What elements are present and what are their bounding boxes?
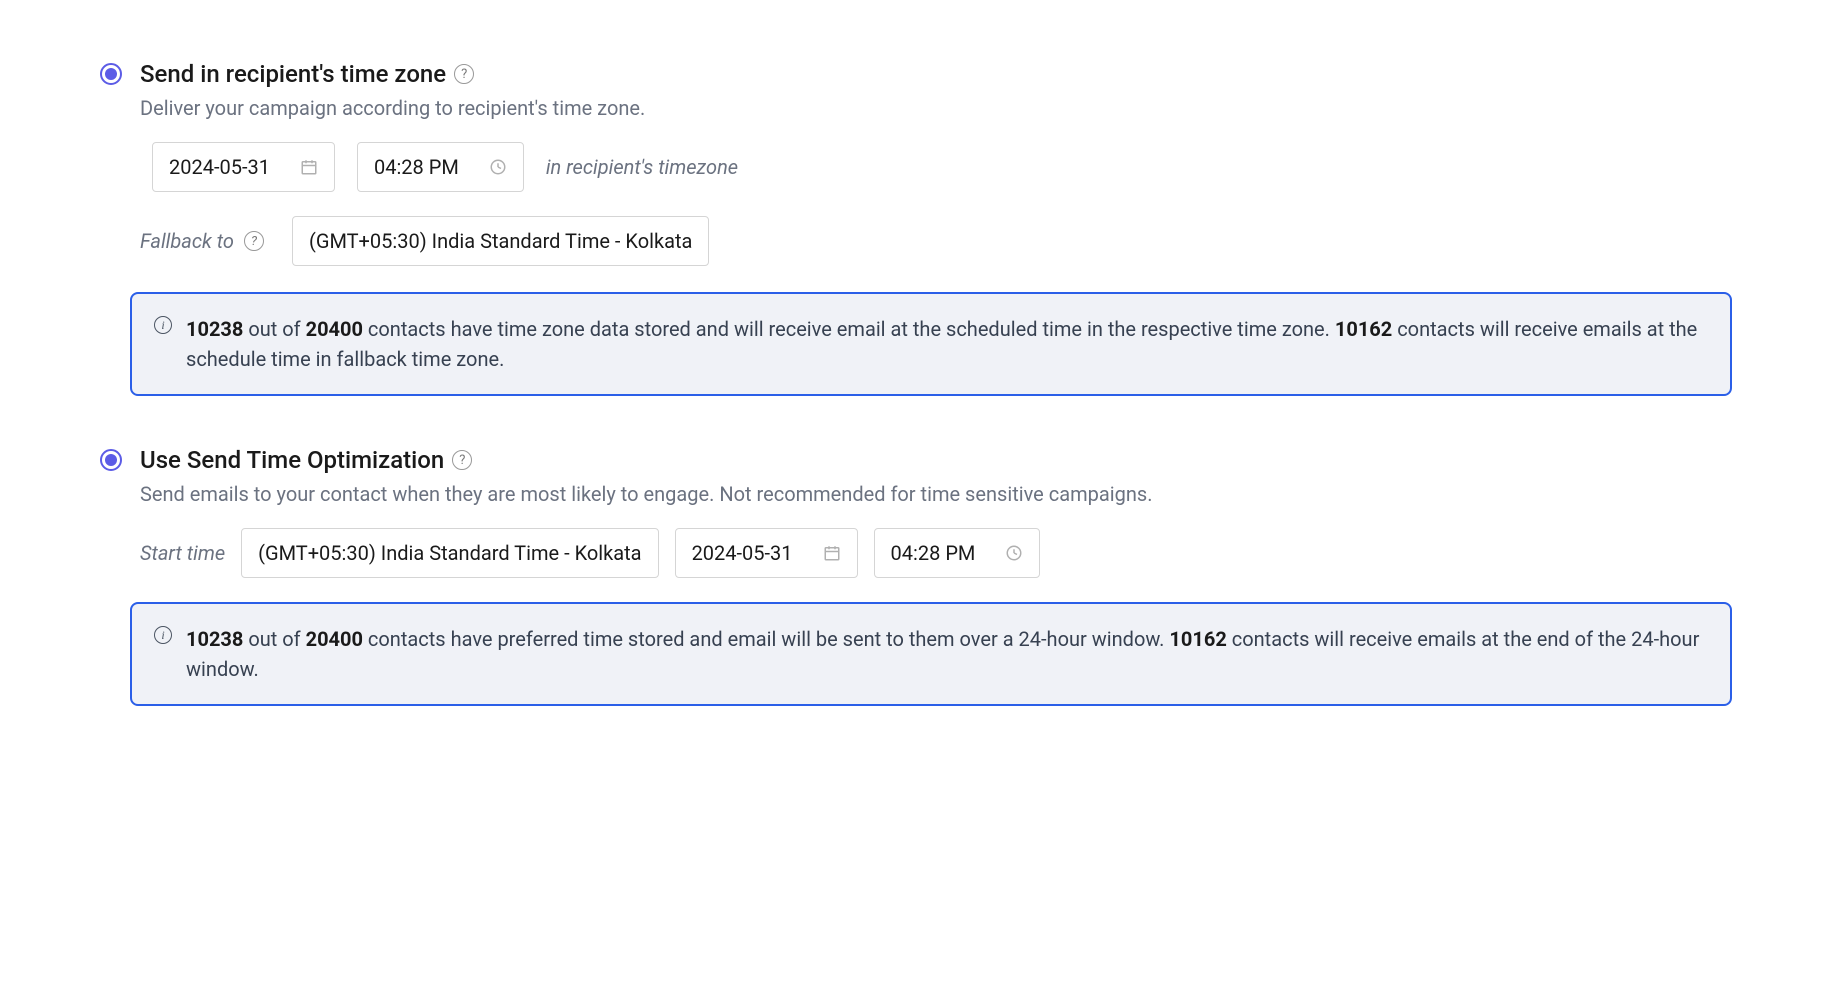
send-time-optimization-description: Send emails to your contact when they ar…: [140, 482, 1732, 506]
datetime-row: 2024-05-31 04:28 PM in recipient's timez…: [152, 142, 1732, 192]
timezone-hint: in recipient's timezone: [546, 155, 738, 179]
time-value: 04:28 PM: [374, 155, 459, 179]
send-time-optimization-section: Use Send Time Optimization ? Send emails…: [100, 446, 1732, 706]
radio-row: Send in recipient's time zone ?: [100, 60, 1732, 88]
date-value: 2024-05-31: [169, 155, 270, 179]
radio-row: Use Send Time Optimization ?: [100, 446, 1732, 474]
count-with-pref: 10238: [186, 627, 243, 651]
start-time-value: 04:28 PM: [891, 541, 976, 565]
start-time-input[interactable]: 04:28 PM: [874, 528, 1041, 578]
recipient-timezone-description: Deliver your campaign according to recip…: [140, 96, 1732, 120]
fallback-label-wrap: Fallback to ?: [140, 229, 264, 253]
info-icon: i: [154, 626, 172, 644]
count-with-tz: 10238: [186, 317, 243, 341]
count-total: 20400: [306, 317, 363, 341]
date-input[interactable]: 2024-05-31: [152, 142, 335, 192]
fallback-timezone-select[interactable]: (GMT+05:30) India Standard Time - Kolkat…: [292, 216, 709, 266]
radio-selected-dot: [105, 68, 117, 80]
info-text: 10238 out of 20400 contacts have preferr…: [186, 624, 1708, 684]
info-icon-wrap: i: [154, 624, 172, 684]
recipient-timezone-radio[interactable]: [100, 63, 122, 85]
start-timezone-value: (GMT+05:30) India Standard Time - Kolkat…: [258, 541, 641, 565]
start-date-value: 2024-05-31: [692, 541, 793, 565]
start-time-label: Start time: [140, 541, 225, 565]
send-time-optimization-radio[interactable]: [100, 449, 122, 471]
recipient-timezone-info-callout: i 10238 out of 20400 contacts have time …: [130, 292, 1732, 396]
radio-selected-dot: [105, 454, 117, 466]
info-text: 10238 out of 20400 contacts have time zo…: [186, 314, 1708, 374]
start-time-row: Start time (GMT+05:30) India Standard Ti…: [140, 528, 1732, 578]
help-icon[interactable]: ?: [454, 64, 474, 84]
fallback-label: Fallback to: [140, 229, 234, 253]
calendar-icon: [823, 544, 841, 562]
count-fallback: 10162: [1169, 627, 1226, 651]
count-fallback: 10162: [1335, 317, 1392, 341]
recipient-timezone-section: Send in recipient's time zone ? Deliver …: [100, 60, 1732, 396]
clock-icon: [489, 158, 507, 176]
time-input[interactable]: 04:28 PM: [357, 142, 524, 192]
info-icon-wrap: i: [154, 314, 172, 374]
start-date-input[interactable]: 2024-05-31: [675, 528, 858, 578]
fallback-timezone-value: (GMT+05:30) India Standard Time - Kolkat…: [309, 229, 692, 253]
send-time-optimization-title-row: Use Send Time Optimization ?: [140, 446, 472, 474]
count-total: 20400: [306, 627, 363, 651]
recipient-timezone-title: Send in recipient's time zone: [140, 60, 446, 88]
recipient-timezone-title-row: Send in recipient's time zone ?: [140, 60, 474, 88]
calendar-icon: [300, 158, 318, 176]
help-icon[interactable]: ?: [244, 231, 264, 251]
info-icon: i: [154, 316, 172, 334]
help-icon[interactable]: ?: [452, 450, 472, 470]
clock-icon: [1005, 544, 1023, 562]
send-time-optimization-info-callout: i 10238 out of 20400 contacts have prefe…: [130, 602, 1732, 706]
fallback-row: Fallback to ? (GMT+05:30) India Standard…: [140, 216, 1732, 266]
start-timezone-select[interactable]: (GMT+05:30) India Standard Time - Kolkat…: [241, 528, 658, 578]
send-time-optimization-title: Use Send Time Optimization: [140, 446, 444, 474]
